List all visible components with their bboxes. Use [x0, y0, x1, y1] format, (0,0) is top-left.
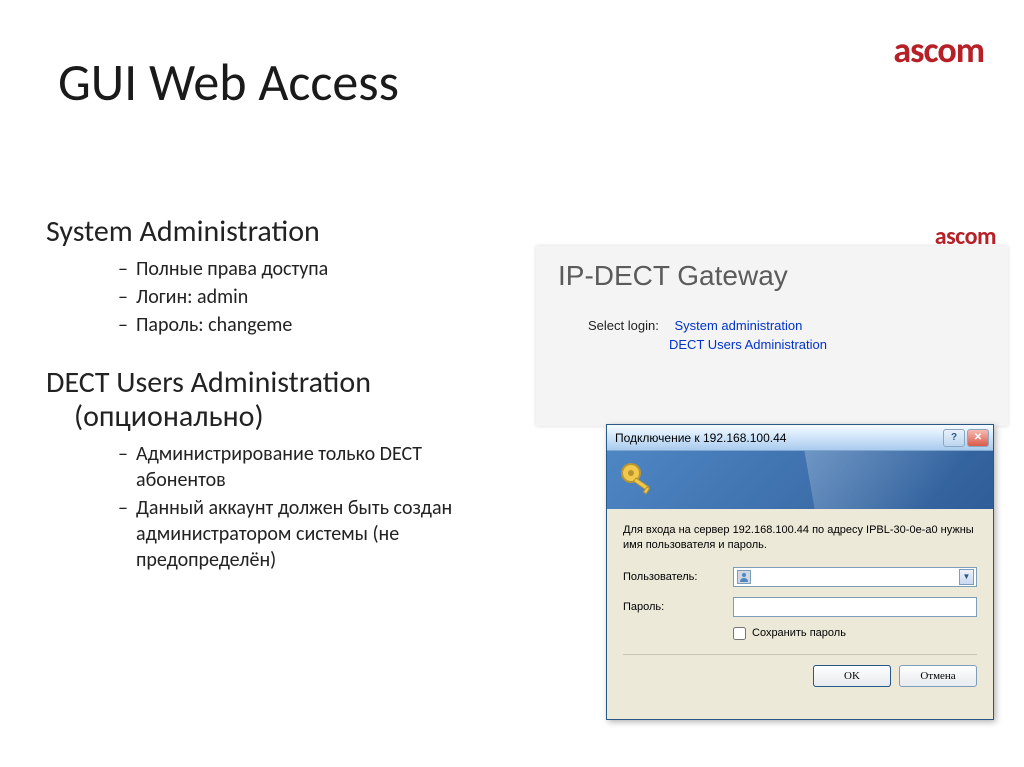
password-label: Пароль: — [623, 601, 733, 613]
close-button[interactable]: ✕ — [967, 429, 989, 447]
dialog-titlebar[interactable]: Подключение к 192.168.100.44 ? ✕ — [607, 425, 993, 451]
dialog-message: Для входа на сервер 192.168.100.44 по ад… — [623, 523, 977, 553]
save-password-checkbox[interactable] — [733, 627, 746, 640]
bullet-item: Логин: admin — [118, 284, 496, 310]
section1-heading: System Administration — [46, 215, 496, 250]
section2-bullets: Администрирование только DECT абонентов … — [46, 441, 496, 573]
bullet-item: Данный аккаунт должен быть создан админи… — [118, 495, 496, 573]
dialog-banner — [607, 451, 993, 509]
help-button[interactable]: ? — [943, 429, 965, 447]
ok-button[interactable]: OK — [813, 665, 891, 687]
bullet-item: Пароль: changeme — [118, 312, 496, 338]
gateway-webpage: ascom IP-DECT Gateway Select login: Syst… — [536, 246, 1008, 426]
username-label: Пользователь: — [623, 571, 733, 583]
link-system-administration[interactable]: System administration — [674, 318, 802, 333]
keys-icon — [617, 459, 657, 499]
bullet-item: Администрирование только DECT абонентов — [118, 441, 496, 493]
select-login-label: Select login: — [588, 318, 659, 333]
chevron-down-icon[interactable]: ▼ — [959, 569, 974, 585]
section2-heading-line1: DECT Users Administration — [46, 364, 371, 401]
user-avatar-icon — [737, 570, 751, 584]
auth-dialog: Подключение к 192.168.100.44 ? ✕ Для вхо… — [606, 424, 994, 720]
gateway-title: IP-DECT Gateway — [558, 260, 1008, 292]
select-login-row: Select login: System administration — [588, 318, 1008, 333]
username-combobox[interactable]: ▼ — [733, 567, 977, 587]
cancel-button[interactable]: Отмена — [899, 665, 977, 687]
link-dect-users-administration[interactable]: DECT Users Administration — [669, 337, 1008, 352]
slide-title: GUI Web Access — [58, 50, 399, 114]
save-password-label: Сохранить пароль — [752, 627, 846, 639]
section2-heading: DECT Users Administration (опционально) — [46, 366, 496, 435]
section1-bullets: Полные права доступа Логин: admin Пароль… — [46, 256, 496, 338]
gateway-logo: ascom — [935, 222, 996, 251]
close-icon: ✕ — [974, 432, 982, 443]
text-column: System Administration Полные права досту… — [46, 215, 496, 601]
brand-logo: ascom — [893, 28, 984, 72]
section2-heading-line2: (опционально) — [46, 400, 496, 435]
password-input[interactable] — [733, 597, 977, 617]
dialog-title: Подключение к 192.168.100.44 — [615, 431, 941, 445]
bullet-item: Полные права доступа — [118, 256, 496, 282]
